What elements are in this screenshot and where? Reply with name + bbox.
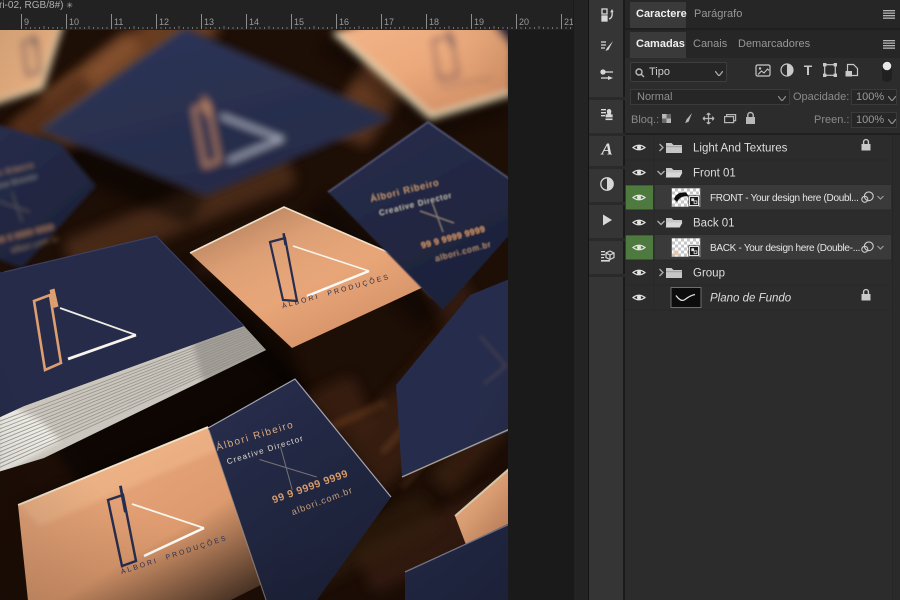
svg-text:Back 01: Back 01 [693,218,735,230]
svg-text:BACK - Your design here (Doubl: BACK - Your design here (Double-... [710,243,860,254]
svg-text:9: 9 [24,17,29,27]
svg-text:Group: Group [693,268,725,280]
svg-text:18: 18 [429,17,439,27]
svg-text:20: 20 [519,17,529,27]
svg-text:14: 14 [249,17,259,27]
svg-text:A: A [600,141,612,157]
svg-text:11: 11 [114,17,123,27]
svg-text:16: 16 [339,17,349,27]
svg-text:10: 10 [69,17,79,27]
svg-text:FRONT - Your design here (Doub: FRONT - Your design here (Doubl... [710,193,859,204]
svg-text:ri-02, RGB/8#) ✳: ri-02, RGB/8#) ✳ [0,0,73,11]
svg-text:13: 13 [204,17,214,27]
svg-text:Plano de Fundo: Plano de Fundo [710,293,792,305]
svg-text:19: 19 [474,17,484,27]
svg-text:12: 12 [159,17,169,27]
svg-text:Light And Textures: Light And Textures [693,143,788,155]
svg-text:Front 01: Front 01 [693,168,736,180]
svg-text:15: 15 [294,17,304,27]
svg-text:21: 21 [564,17,573,27]
svg-text:17: 17 [384,17,394,27]
